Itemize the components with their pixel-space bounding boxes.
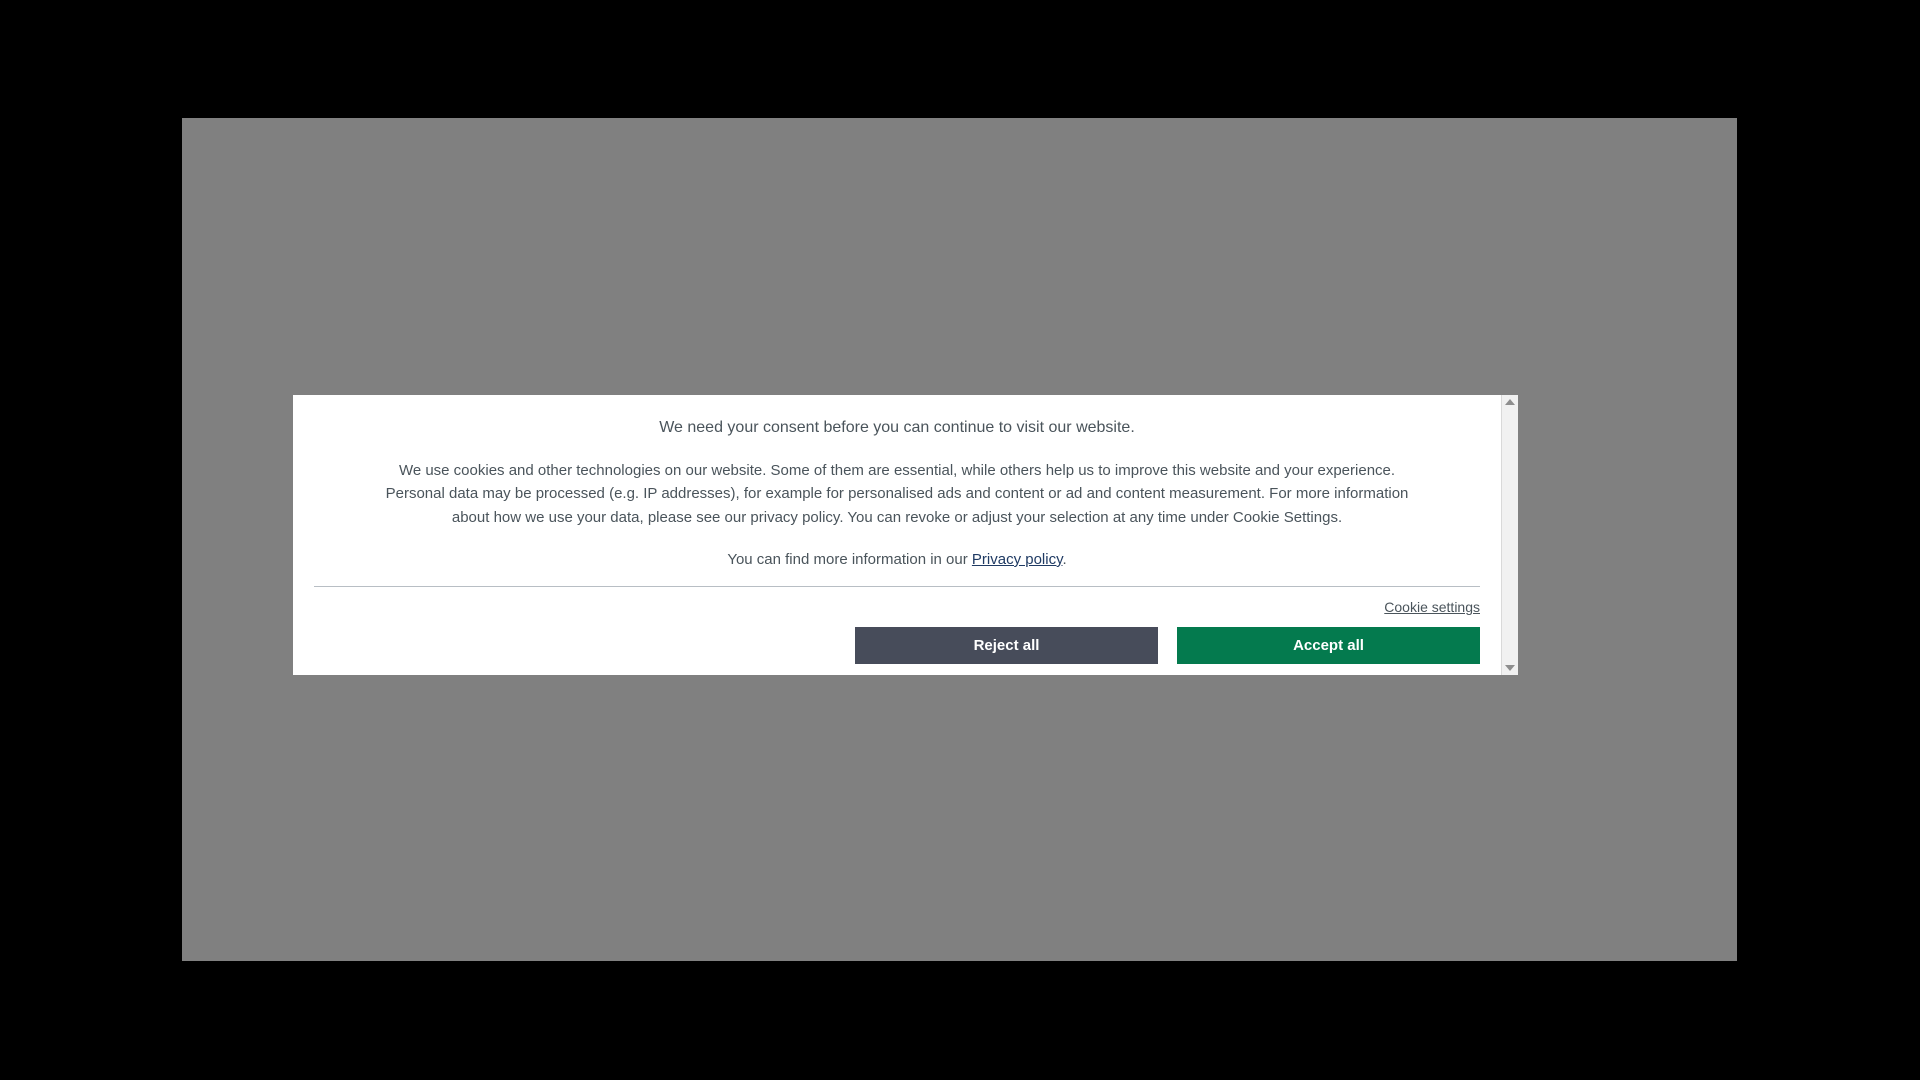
consent-info-prefix: You can find more information in our xyxy=(727,550,972,568)
consent-description: We use cookies and other technologies on… xyxy=(385,462,1409,526)
consent-divider xyxy=(314,585,1480,587)
scroll-up-arrow-icon[interactable] xyxy=(1505,399,1515,405)
consent-info-suffix: . xyxy=(1062,550,1067,568)
consent-privacy-line: You can find more information in our Pri… xyxy=(314,551,1480,568)
consent-button-row: Reject all Accept all xyxy=(855,626,1480,664)
scroll-down-arrow-icon[interactable] xyxy=(1505,665,1515,671)
cookie-consent-dialog: We need your consent before you can cont… xyxy=(293,395,1518,675)
consent-body: We need your consent before you can cont… xyxy=(293,395,1501,675)
consent-title: We need your consent before you can cont… xyxy=(659,419,1135,436)
consent-scrollbar[interactable] xyxy=(1501,395,1518,675)
browser-viewport: English Demostore xyxy=(182,118,1737,961)
consent-actions: Cookie settings Reject all Accept all xyxy=(314,599,1480,664)
cookie-settings-link[interactable]: Cookie settings xyxy=(1384,599,1480,615)
accept-all-button[interactable]: Accept all xyxy=(1177,626,1480,664)
reject-all-button[interactable]: Reject all xyxy=(855,626,1158,664)
privacy-policy-link[interactable]: Privacy policy xyxy=(972,551,1063,568)
